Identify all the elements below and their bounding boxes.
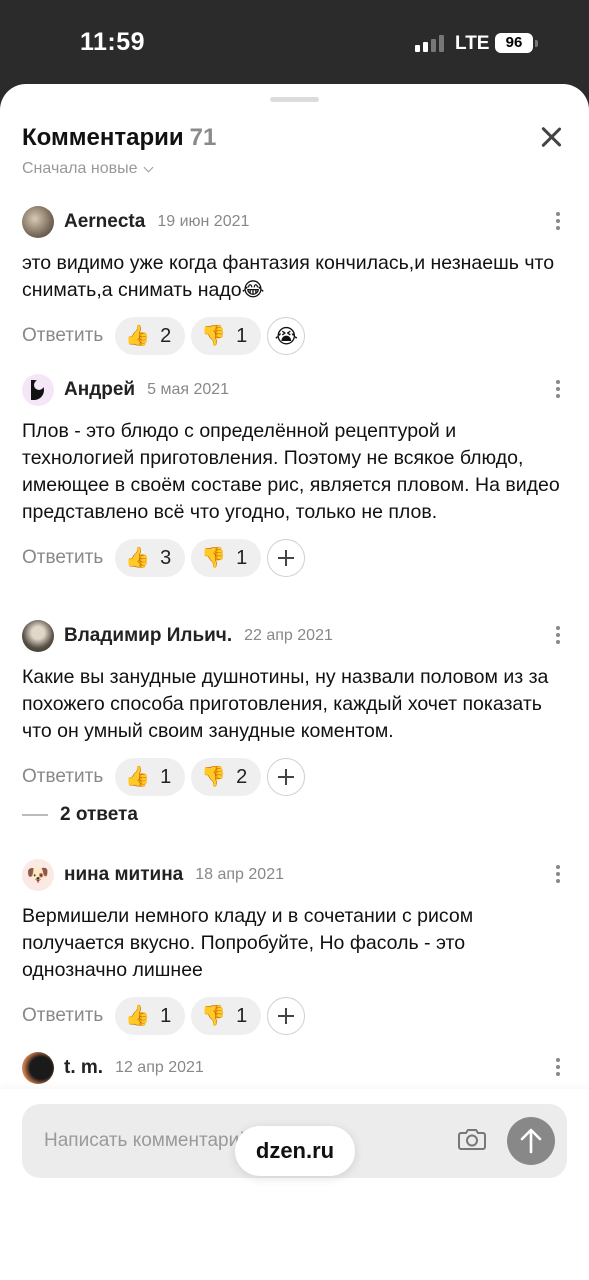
dislike-button[interactable]: 👎 1 bbox=[191, 997, 262, 1035]
sort-label: Сначала новые bbox=[22, 160, 138, 177]
battery-tip bbox=[535, 40, 538, 47]
comment-item: Андрей 5 мая 2021 Плов - это блюдо с опр… bbox=[22, 374, 567, 577]
avatar[interactable]: 🐶 bbox=[22, 859, 54, 891]
more-options-icon[interactable] bbox=[555, 212, 561, 232]
thumbs-up-icon: 👍 bbox=[125, 1005, 151, 1027]
comment-text: Вермишели немного кладу и в сочетании с … bbox=[22, 905, 474, 981]
like-button[interactable]: 👍 2 bbox=[115, 317, 186, 355]
arrow-up-icon bbox=[520, 1128, 542, 1154]
thumbs-down-icon: 👎 bbox=[201, 325, 227, 347]
like-count: 1 bbox=[160, 765, 172, 788]
comment-item: t. m. 12 апр 2021 bbox=[22, 1052, 567, 1084]
comment-date: 12 апр 2021 bbox=[115, 1059, 204, 1076]
reply-button[interactable]: Ответить bbox=[22, 547, 103, 569]
battery-icon: 96 bbox=[495, 33, 533, 53]
comment-author[interactable]: Андрей bbox=[64, 379, 135, 401]
avatar[interactable] bbox=[22, 374, 54, 406]
status-time: 11:59 bbox=[80, 28, 146, 56]
sheet-grabber[interactable] bbox=[270, 97, 319, 102]
send-button[interactable] bbox=[507, 1117, 555, 1165]
thumbs-up-icon: 👍 bbox=[125, 766, 151, 788]
chevron-down-icon bbox=[144, 162, 154, 172]
comment-author[interactable]: нина митина bbox=[64, 864, 183, 886]
like-button[interactable]: 👍 1 bbox=[115, 997, 186, 1035]
comment-date: 22 апр 2021 bbox=[244, 627, 333, 644]
camera-icon[interactable] bbox=[458, 1127, 486, 1151]
reply-button[interactable]: Ответить bbox=[22, 1005, 103, 1027]
more-options-icon[interactable] bbox=[555, 865, 561, 885]
more-options-icon[interactable] bbox=[555, 1058, 561, 1078]
dislike-count: 2 bbox=[236, 765, 248, 788]
comment-item: Владимир Ильич. 22 апр 2021 Какие вы зан… bbox=[22, 620, 567, 796]
thumbs-down-icon: 👎 bbox=[201, 766, 227, 788]
comment-author[interactable]: t. m. bbox=[64, 1057, 103, 1079]
add-reaction-button[interactable] bbox=[267, 539, 306, 577]
sort-dropdown[interactable]: Сначала новые bbox=[22, 160, 154, 178]
close-icon[interactable] bbox=[536, 122, 566, 152]
comment-date: 18 апр 2021 bbox=[195, 866, 284, 883]
comment-author[interactable]: Aernecta bbox=[64, 211, 145, 233]
comment-item: 🐶 нина митина 18 апр 2021 Вермишели немн… bbox=[22, 859, 567, 1035]
show-replies-link[interactable]: 2 ответа bbox=[22, 804, 138, 826]
url-bar[interactable]: dzen.ru bbox=[235, 1126, 355, 1176]
comment-item: Aernecta 19 июн 2021 это видимо уже когд… bbox=[22, 206, 567, 355]
comment-count: 71 bbox=[189, 124, 217, 151]
comment-text: Плов - это блюдо с определённой рецептур… bbox=[22, 420, 560, 523]
thumbs-up-icon: 👍 bbox=[125, 325, 151, 347]
thumbs-down-icon: 👎 bbox=[201, 547, 227, 569]
avatar[interactable] bbox=[22, 206, 54, 238]
comment-text: Какие вы занудные душнотины, ну назвали … bbox=[22, 666, 549, 742]
replies-divider bbox=[22, 814, 48, 816]
thumbs-up-icon: 👍 bbox=[125, 547, 151, 569]
avatar[interactable] bbox=[22, 620, 54, 652]
replies-label: 2 ответа bbox=[60, 804, 138, 825]
dislike-button[interactable]: 👎 1 bbox=[191, 317, 262, 355]
dislike-button[interactable]: 👎 1 bbox=[191, 539, 262, 577]
like-button[interactable]: 👍 3 bbox=[115, 539, 186, 577]
comments-sheet: Комментарии 71 Сначала новые Aernecta 19 … bbox=[0, 84, 589, 1280]
more-options-icon[interactable] bbox=[555, 626, 561, 646]
comment-date: 5 мая 2021 bbox=[147, 381, 230, 398]
more-options-icon[interactable] bbox=[555, 380, 561, 400]
comment-date: 19 июн 2021 bbox=[157, 213, 250, 230]
like-count: 3 bbox=[160, 546, 172, 569]
dislike-count: 1 bbox=[236, 324, 248, 347]
add-reaction-button[interactable] bbox=[267, 997, 306, 1035]
network-label: LTE bbox=[455, 33, 490, 54]
signal-icon bbox=[415, 35, 444, 52]
reply-button[interactable]: Ответить bbox=[22, 766, 103, 788]
like-count: 2 bbox=[160, 324, 172, 347]
dislike-button[interactable]: 👎 2 bbox=[191, 758, 262, 796]
add-reaction-button[interactable] bbox=[267, 758, 306, 796]
dislike-count: 1 bbox=[236, 546, 248, 569]
like-button[interactable]: 👍 1 bbox=[115, 758, 186, 796]
comment-author[interactable]: Владимир Ильич. bbox=[64, 625, 232, 647]
like-count: 1 bbox=[160, 1004, 172, 1027]
avatar[interactable] bbox=[22, 1052, 54, 1084]
dislike-count: 1 bbox=[236, 1004, 248, 1027]
reaction-button[interactable]: 😭 bbox=[267, 317, 306, 355]
reply-button[interactable]: Ответить bbox=[22, 325, 103, 347]
comment-text: это видимо уже когда фантазия кончилась,… bbox=[22, 252, 555, 301]
status-bar: 11:59 LTE 96 bbox=[0, 0, 589, 84]
page-title: Комментарии 71 bbox=[22, 124, 216, 152]
thumbs-down-icon: 👎 bbox=[201, 1005, 227, 1027]
title-text: Комментарии bbox=[22, 124, 184, 151]
